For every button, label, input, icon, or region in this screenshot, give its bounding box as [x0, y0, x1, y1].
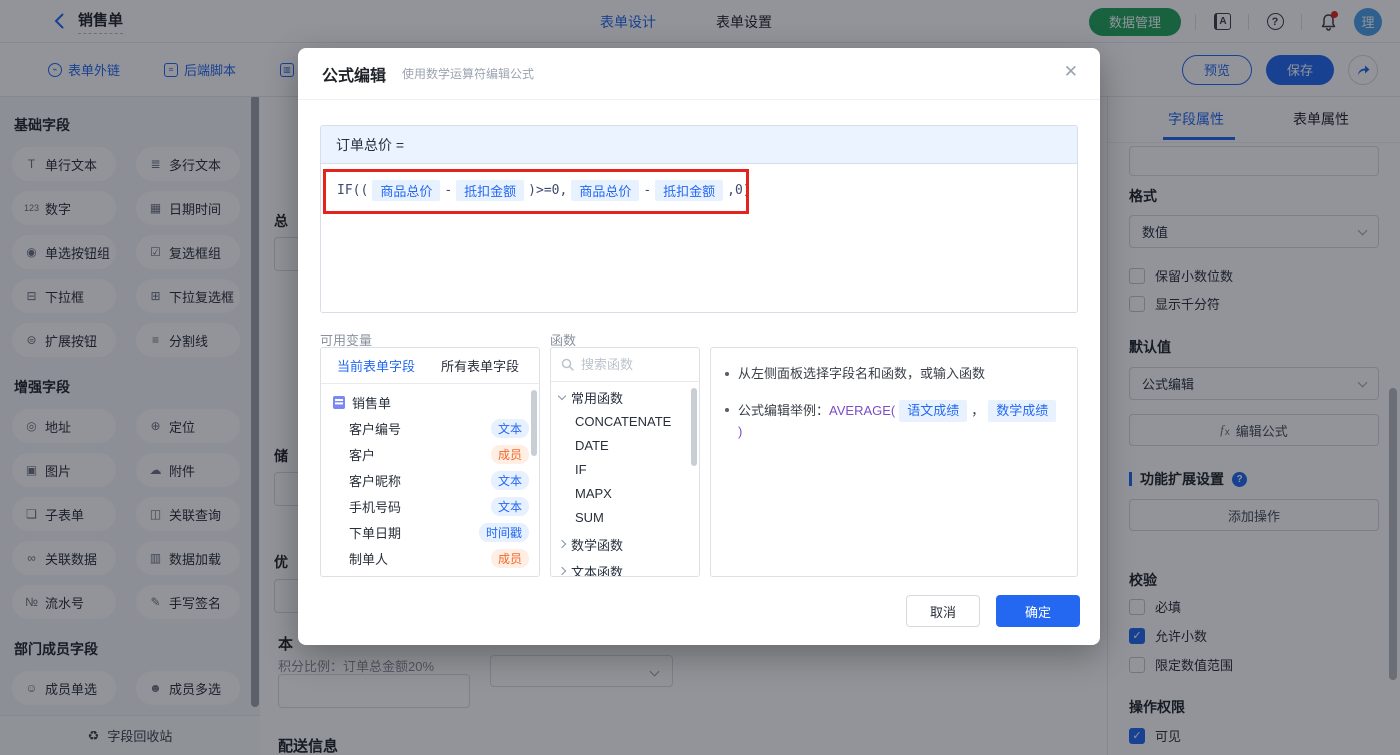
type-badge: 时间戳 [478, 522, 529, 542]
type-badge: 文本 [490, 470, 529, 490]
example-chip: 语文成绩 [899, 400, 968, 422]
function-item[interactable]: IF [551, 457, 699, 481]
function-group-common[interactable]: 常用函数 [551, 385, 699, 409]
functions-scrollbar[interactable] [691, 388, 697, 466]
function-item[interactable]: SUM [551, 505, 699, 529]
formula-code: IF(( [337, 183, 369, 198]
caret-right-icon [557, 566, 567, 576]
formula-expression: IF((商品总价 - 抵扣金额)>=0, 商品总价 - 抵扣金额 ,0) [337, 180, 751, 201]
caret-right-icon [557, 539, 567, 549]
help-line-1: 从左侧面板选择字段名和函数，或输入函数 [711, 364, 1077, 384]
function-group-math[interactable]: 数学函数 [551, 532, 699, 556]
bullet-dot [725, 372, 729, 376]
example-function: AVERAGE( [829, 403, 896, 418]
variable-row-clipped[interactable] [321, 571, 539, 576]
formula-target: 订单总价 = [321, 126, 1077, 164]
formula-code: ,0) [727, 183, 751, 198]
close-icon[interactable]: ✕ [1064, 62, 1078, 82]
function-item[interactable]: MAPX [551, 481, 699, 505]
app-window: 销售单 表单设计 表单设置 数据管理 A ? 理 ⌁ 表单外链 ⌗ 后端脚本 ▥… [0, 0, 1400, 755]
variable-chip[interactable]: 商品总价 [571, 180, 640, 201]
help-line-2: 公式编辑举例： AVERAGE(语文成绩，数学成绩) [711, 400, 1077, 442]
variable-row[interactable]: 手机号码 文本 [321, 493, 539, 519]
formula-editor-modal: 公式编辑 使用数学运算符编辑公式 ✕ 订单总价 = IF((商品总价 - 抵扣金额)… [298, 48, 1100, 645]
formula-input-area[interactable]: IF((商品总价 - 抵扣金额)>=0, 商品总价 - 抵扣金额 ,0) [321, 164, 1077, 312]
type-badge: 成员 [490, 444, 529, 464]
variable-row[interactable]: 客户 成员 [321, 441, 539, 467]
formula-editor-box: 订单总价 = IF((商品总价 - 抵扣金额)>=0, 商品总价 - 抵扣金额 ,0) [320, 125, 1078, 313]
variables-scrollbar[interactable] [531, 390, 537, 456]
formula-code: )>=0, [528, 183, 568, 198]
tab-current-form-fields[interactable]: 当前表单字段 [337, 356, 415, 375]
formula-operator: - [643, 183, 652, 198]
formula-operator: - [444, 183, 453, 198]
caret-down-icon [557, 391, 567, 400]
modal-footer: 取消 确定 [906, 595, 1080, 627]
modal-header: 公式编辑 使用数学运算符编辑公式 ✕ [298, 48, 1100, 100]
variables-panel: 当前表单字段 所有表单字段 销售单 客户编号 文本 客户 成员 客户昵称 文本 … [320, 347, 540, 577]
variable-row[interactable]: 客户昵称 文本 [321, 467, 539, 493]
function-item[interactable]: CONCATENATE [551, 409, 699, 433]
form-doc-icon [333, 396, 345, 409]
form-tree-root[interactable]: 销售单 [321, 384, 539, 415]
modal-title: 公式编辑 [322, 67, 387, 85]
formula-help-panel: 从左侧面板选择字段名和函数，或输入函数 公式编辑举例： AVERAGE(语文成绩，… [710, 347, 1078, 577]
variables-tabs: 当前表单字段 所有表单字段 [321, 348, 539, 384]
bullet-dot [725, 408, 729, 412]
function-search-input[interactable] [581, 357, 681, 372]
tab-all-form-fields[interactable]: 所有表单字段 [441, 356, 519, 375]
example-chip: 数学成绩 [988, 400, 1057, 422]
function-group-text[interactable]: 文本函数 [551, 559, 699, 576]
variable-row[interactable]: 制单人 成员 [321, 545, 539, 571]
function-search [551, 348, 699, 382]
search-icon [561, 358, 574, 371]
function-item[interactable]: DATE [551, 433, 699, 457]
variable-row[interactable]: 下单日期 时间戳 [321, 519, 539, 545]
modal-subtitle: 使用数学运算符编辑公式 [402, 67, 535, 81]
variable-row[interactable]: 客户编号 文本 [321, 415, 539, 441]
variable-chip[interactable]: 商品总价 [372, 180, 441, 201]
variable-chip[interactable]: 抵扣金额 [655, 180, 724, 201]
cancel-button[interactable]: 取消 [906, 595, 980, 627]
type-badge: 文本 [490, 418, 529, 438]
confirm-button[interactable]: 确定 [996, 595, 1080, 627]
functions-panel: 常用函数 CONCATENATE DATE IF MAPX SUM 数学函数 文… [550, 347, 700, 577]
variable-chip[interactable]: 抵扣金额 [456, 180, 525, 201]
type-badge: 文本 [490, 496, 529, 516]
type-badge: 成员 [490, 548, 529, 568]
